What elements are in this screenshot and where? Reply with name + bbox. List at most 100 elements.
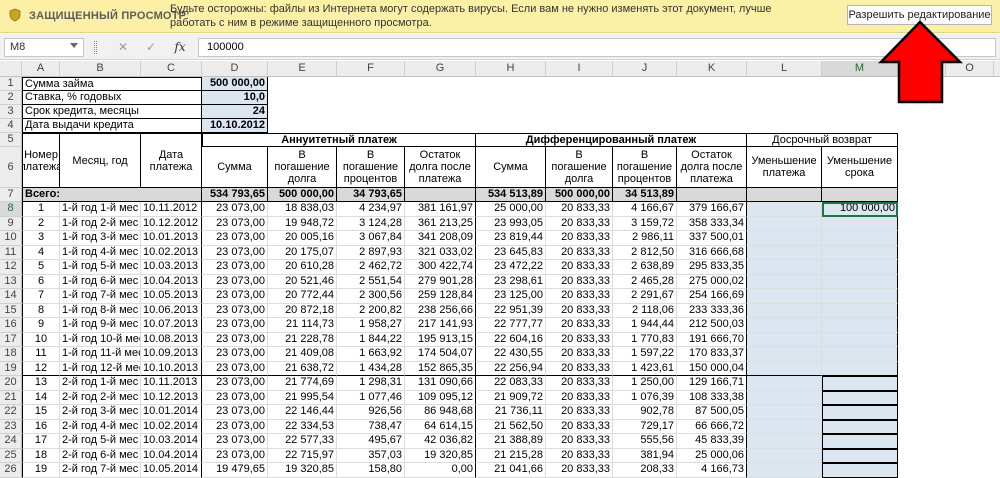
row-header[interactable]: 14 [0,289,22,304]
table-cell[interactable]: 1 434,28 [337,361,405,376]
table-cell[interactable]: 10.07.2013 [141,318,202,333]
table-cell[interactable]: 19 320,85 [268,463,337,478]
table-cell[interactable]: 20 833,33 [546,463,613,478]
table-cell[interactable] [747,216,822,231]
table-cell[interactable]: 2-й год 3-й мес [60,405,141,420]
table-cell[interactable]: 381 161,97 [405,202,476,217]
selected-cell[interactable]: 100 000,00 [822,202,898,217]
table-cell[interactable]: 10 [22,332,60,347]
table-cell[interactable] [822,463,898,478]
table-cell[interactable]: 2 118,06 [613,303,677,318]
table-cell[interactable] [822,303,898,318]
param-label[interactable]: Срок кредита, месяцы [22,105,202,119]
table-cell[interactable]: 23 073,00 [202,260,268,275]
table-cell[interactable]: 20 772,44 [268,289,337,304]
table-cell[interactable]: 4 166,67 [613,202,677,217]
header-sum[interactable]: Сумма [202,147,268,188]
table-cell[interactable]: 20 833,33 [546,448,613,463]
row-header[interactable]: 1 [0,77,22,91]
table-cell[interactable]: 21 215,28 [476,448,546,463]
table-cell[interactable]: 2 638,89 [613,260,677,275]
table-cell[interactable]: 23 472,22 [476,260,546,275]
table-cell[interactable]: 25 000,06 [677,448,747,463]
table-cell[interactable]: 10.11.2013 [141,376,202,391]
table-cell[interactable]: 22 577,33 [268,434,337,449]
table-cell[interactable]: 23 645,83 [476,245,546,260]
table-cell[interactable]: 10.04.2013 [141,274,202,289]
table-cell[interactable]: 170 833,37 [677,347,747,362]
table-cell[interactable] [747,390,822,405]
table-cell[interactable]: 22 334,53 [268,419,337,434]
table-cell[interactable]: 357,03 [337,448,405,463]
table-cell[interactable]: 208,33 [613,463,677,478]
param-value[interactable]: 500 000,00 [202,77,268,91]
table-cell[interactable]: 10.05.2014 [141,463,202,478]
table-cell[interactable]: 23 073,00 [202,434,268,449]
table-cell[interactable]: 108 333,38 [677,390,747,405]
param-value[interactable]: 10,0 [202,91,268,105]
table-cell[interactable]: 10.03.2013 [141,260,202,275]
table-cell[interactable]: 23 073,00 [202,289,268,304]
column-header[interactable]: L [747,61,822,77]
table-cell[interactable]: 6 [22,274,60,289]
table-cell[interactable]: 21 228,78 [268,332,337,347]
row-header[interactable]: 18 [0,347,22,362]
table-cell[interactable]: 21 638,72 [268,361,337,376]
table-cell[interactable]: 22 256,94 [476,361,546,376]
row-header[interactable]: 19 [0,361,22,376]
table-cell[interactable]: 23 298,61 [476,274,546,289]
formula-bar-grip[interactable] [94,41,97,54]
table-cell[interactable]: 5 [22,260,60,275]
table-cell[interactable]: 2 291,67 [613,289,677,304]
table-cell[interactable]: 10.12.2013 [141,390,202,405]
table-cell[interactable]: 341 208,09 [405,231,476,246]
table-cell[interactable]: 2-й год 2-й мес [60,390,141,405]
table-cell[interactable]: 1-й год 6-й мес [60,274,141,289]
table-cell[interactable]: 18 838,03 [268,202,337,217]
table-cell[interactable]: 1-й год 11-й мес [60,347,141,362]
table-cell[interactable]: 254 166,69 [677,289,747,304]
table-cell[interactable] [747,260,822,275]
table-cell[interactable]: 279 901,28 [405,274,476,289]
row-header[interactable]: 21 [0,390,22,405]
table-cell[interactable]: 555,56 [613,434,677,449]
table-cell[interactable]: 10.05.2013 [141,289,202,304]
table-cell[interactable] [822,318,898,333]
table-cell[interactable]: 2 465,28 [613,274,677,289]
row-header[interactable]: 9 [0,216,22,231]
row-header[interactable]: 17 [0,332,22,347]
table-cell[interactable]: 20 833,33 [546,260,613,275]
column-header[interactable]: K [677,61,747,77]
table-cell[interactable]: 2-й год 5-й мес [60,434,141,449]
table-cell[interactable]: 86 948,68 [405,405,476,420]
table-cell[interactable] [747,245,822,260]
table-cell[interactable] [822,289,898,304]
table-cell[interactable]: 1 423,61 [613,361,677,376]
table-cell[interactable] [747,289,822,304]
table-cell[interactable]: 18 [22,448,60,463]
table-cell[interactable]: 1 [22,202,60,217]
table-cell[interactable]: 20 833,33 [546,274,613,289]
table-cell[interactable]: 23 073,00 [202,390,268,405]
table-cell[interactable]: 23 073,00 [202,274,268,289]
table-cell[interactable]: 21 409,08 [268,347,337,362]
table-cell[interactable] [747,231,822,246]
table-cell[interactable]: 1 076,39 [613,390,677,405]
insert-function-icon[interactable]: fx [169,38,191,57]
table-cell[interactable] [822,231,898,246]
table-cell[interactable]: 275 000,02 [677,274,747,289]
annuity-group-header[interactable]: Аннуитетный платеж [202,133,476,147]
table-cell[interactable]: 45 833,39 [677,434,747,449]
table-cell[interactable]: 19 320,85 [405,448,476,463]
row-header[interactable]: 13 [0,274,22,289]
column-header[interactable]: B [60,61,141,77]
table-cell[interactable]: 4 [22,245,60,260]
table-cell[interactable]: 131 090,66 [405,376,476,391]
table-cell[interactable]: 337 500,01 [677,231,747,246]
table-cell[interactable]: 358 333,34 [677,216,747,231]
table-cell[interactable]: 321 033,02 [405,245,476,260]
table-cell[interactable] [822,376,898,391]
table-cell[interactable]: 64 614,15 [405,419,476,434]
row-header[interactable]: 11 [0,245,22,260]
table-cell[interactable]: 21 388,89 [476,434,546,449]
